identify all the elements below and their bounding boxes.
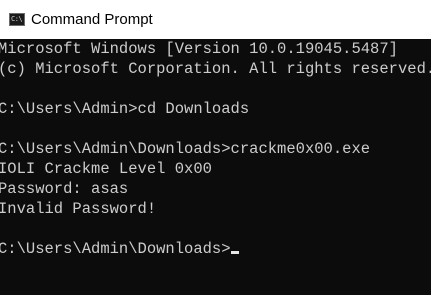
console-line: Microsoft Windows [Version 10.0.19045.54… xyxy=(0,40,398,58)
cmd-icon[interactable]: C:\ xyxy=(9,13,25,26)
command-prompt-window: C:\ Command Prompt Microsoft Windows [Ve… xyxy=(0,0,431,295)
console-line: IOLI Crackme Level 0x00 xyxy=(0,160,212,178)
console-line: (c) Microsoft Corporation. All rights re… xyxy=(0,60,431,78)
text-cursor xyxy=(230,251,239,254)
title-bar[interactable]: C:\ Command Prompt xyxy=(0,0,431,39)
console-line: C:\Users\Admin>cd Downloads xyxy=(0,100,250,118)
command-prompt-line[interactable]: C:\Users\Admin\Downloads> xyxy=(0,239,239,259)
window-title: Command Prompt xyxy=(31,11,153,28)
prompt-text: C:\Users\Admin\Downloads> xyxy=(0,240,231,258)
console-line: Invalid Password! xyxy=(0,200,157,218)
console-line: C:\Users\Admin\Downloads>crackme0x00.exe xyxy=(0,140,371,158)
console-output[interactable]: Microsoft Windows [Version 10.0.19045.54… xyxy=(0,39,431,295)
console-line: Password: asas xyxy=(0,180,129,198)
cmd-icon-glyph: C:\ xyxy=(11,15,23,23)
